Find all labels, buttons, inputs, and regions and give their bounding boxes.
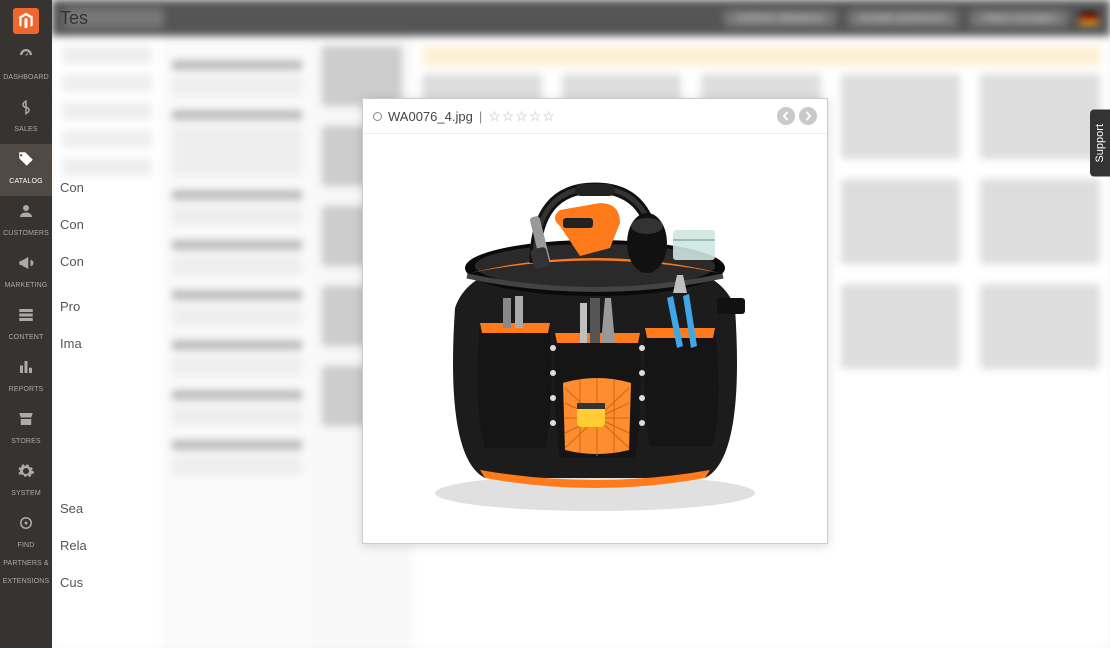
megaphone-icon	[17, 254, 35, 272]
person-icon	[17, 202, 35, 220]
lightbox-image-area	[363, 134, 827, 542]
tool-bag-image	[385, 148, 805, 528]
tag-icon	[17, 150, 35, 168]
rating-stars[interactable]: ☆☆☆☆☆	[488, 108, 556, 125]
gauge-icon	[17, 46, 35, 64]
layers-icon	[17, 306, 35, 324]
lightbox-prev-button[interactable]	[777, 107, 795, 125]
section-row: Sea	[60, 501, 87, 516]
separator: |	[479, 109, 482, 124]
support-tab[interactable]: Support	[1090, 110, 1110, 177]
magento-logo-icon	[17, 12, 35, 30]
section-row: Cus	[60, 575, 87, 590]
lightbox-header: WA0076_4.jpg | ☆☆☆☆☆	[363, 99, 827, 134]
page-title-peek: Tes	[60, 8, 88, 29]
chevron-left-icon	[781, 111, 791, 121]
german-flag-icon[interactable]	[1080, 12, 1098, 24]
sidebar-item-stores[interactable]: STORES	[0, 404, 52, 456]
sidebar-item-marketing[interactable]: MARKETING	[0, 248, 52, 300]
store-icon	[17, 410, 35, 428]
sidebar-item-sales[interactable]: SALES	[0, 92, 52, 144]
section-row: Con	[60, 217, 87, 232]
sidebar-item-partners[interactable]: FIND PARTNERS & EXTENSIONS	[0, 508, 52, 596]
lightbox-next-button[interactable]	[799, 107, 817, 125]
section-row: Con	[60, 254, 87, 269]
sidebar-item-content[interactable]: CONTENT	[0, 300, 52, 352]
section-labels-peek: Con Con Con Pro Ima Sea Rela Cus	[60, 180, 87, 612]
sidebar-item-customers[interactable]: CUSTOMERS	[0, 196, 52, 248]
sidebar-item-reports[interactable]: REPORTS	[0, 352, 52, 404]
magento-sidebar: DASHBOARD SALES CATALOG CUSTOMERS MARKET…	[0, 0, 52, 648]
dollar-icon	[17, 98, 35, 116]
section-row: Con	[60, 180, 87, 195]
magento-logo[interactable]	[13, 8, 39, 34]
section-row: Ima	[60, 336, 87, 351]
lightbox-filename: WA0076_4.jpg	[388, 109, 473, 124]
gear-icon	[17, 462, 35, 480]
topbar-button[interactable]: Kontakt aufnehmen	[848, 10, 959, 27]
sidebar-item-system[interactable]: SYSTEM	[0, 456, 52, 508]
sidebar-item-catalog[interactable]: CATALOG	[0, 144, 52, 196]
chevron-right-icon	[803, 111, 813, 121]
topbar-button[interactable]: Videos anzeigen	[970, 10, 1068, 27]
image-lightbox: WA0076_4.jpg | ☆☆☆☆☆	[362, 98, 828, 544]
dam-topbar: Geführte Webdemo Kontakt aufnehmen Video…	[52, 0, 1110, 36]
bars-icon	[17, 358, 35, 376]
section-row: Rela	[60, 538, 87, 553]
puzzle-icon	[17, 514, 35, 532]
sidebar-item-dashboard[interactable]: DASHBOARD	[0, 40, 52, 92]
topbar-button[interactable]: Geführte Webdemo	[724, 10, 835, 27]
section-row: Pro	[60, 299, 87, 314]
bullet-icon	[373, 112, 382, 121]
